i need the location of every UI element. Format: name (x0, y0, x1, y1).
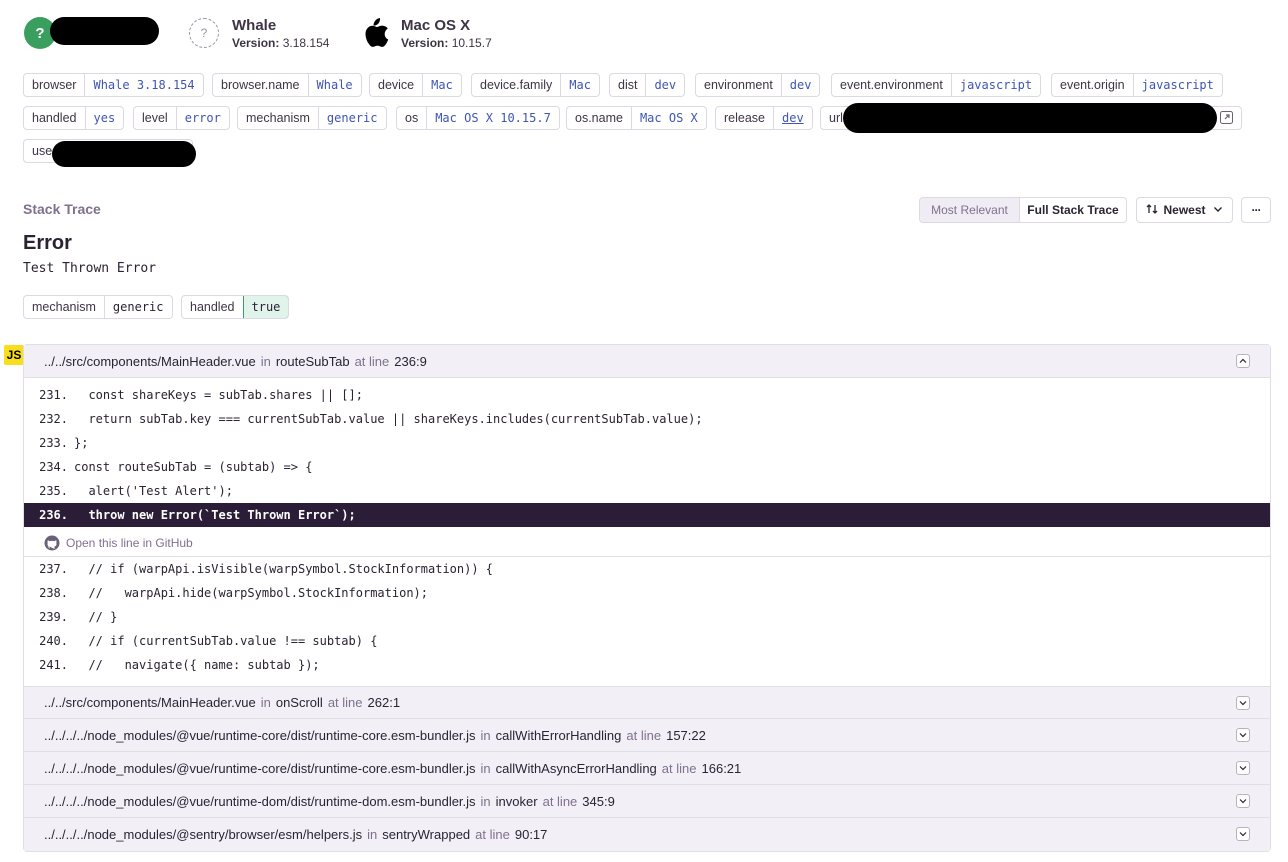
full-stack-trace-button[interactable]: Full Stack Trace (1019, 198, 1126, 222)
tag-environment[interactable]: environment dev (695, 73, 821, 97)
tag-mechanism[interactable]: mechanism generic (237, 106, 387, 130)
most-relevant-button[interactable]: Most Relevant (920, 198, 1019, 222)
code-line: 232. return subTab.key === currentSubTab… (39, 412, 703, 426)
code-line: 235. alert('Test Alert'); (39, 484, 233, 498)
stack-frame-5[interactable]: ../../../../node_modules/@vue/runtime-do… (24, 785, 1270, 818)
mechanism-badge: mechanism generic (23, 295, 173, 319)
os-title: Mac OS X (401, 17, 471, 34)
error-type: Error (23, 232, 72, 254)
sort-newest-button[interactable]: Newest (1136, 197, 1233, 223)
tag-browser-name[interactable]: browser.name Whale (212, 73, 362, 97)
stack-frame-6[interactable]: ../../../../node_modules/@sentry/browser… (24, 818, 1270, 851)
chevron-down-icon[interactable] (1236, 794, 1250, 808)
code-line-highlighted: 236. throw new Error(`Test Thrown Error`… (24, 503, 1270, 527)
chevron-up-icon[interactable] (1236, 354, 1250, 368)
sort-arrows-icon (1146, 203, 1158, 218)
stack-frame-3[interactable]: ../../../../node_modules/@vue/runtime-co… (24, 719, 1270, 752)
code-line: 234. const routeSubTab = (subtab) => { (39, 460, 313, 474)
stack-trace-title: Stack Trace (23, 201, 101, 217)
apple-icon (360, 16, 390, 55)
redacted-user-name (50, 17, 159, 45)
chevron-down-icon[interactable] (1236, 827, 1250, 841)
stack-view-toggle[interactable]: Most Relevant Full Stack Trace (919, 197, 1127, 223)
tag-device[interactable]: device Mac (369, 73, 462, 97)
more-options-button[interactable]: ··· (1241, 197, 1271, 223)
javascript-platform-icon: JS (4, 345, 24, 365)
chevron-down-icon[interactable] (1236, 761, 1250, 775)
tag-device-family[interactable]: device.family Mac (471, 73, 600, 97)
tag-os-name[interactable]: os.name Mac OS X (566, 106, 707, 130)
code-line: 240. // if (currentSubTab.value !== subt… (39, 634, 378, 648)
tag-release[interactable]: release dev (715, 106, 813, 130)
stack-frame-4[interactable]: ../../../../node_modules/@vue/runtime-co… (24, 752, 1270, 785)
redacted-user-value (52, 141, 196, 167)
chevron-down-icon (1213, 203, 1223, 217)
browser-title: Whale (232, 17, 277, 34)
open-in-github-link[interactable]: Open this line in GitHub (24, 530, 1270, 557)
tag-event-origin[interactable]: event.origin javascript (1051, 73, 1223, 97)
browser-version: Version: 3.18.154 (232, 36, 330, 50)
os-version: Version: 10.15.7 (401, 36, 492, 50)
handled-badge: handled true (181, 295, 290, 319)
sort-label: Newest (1163, 203, 1206, 217)
tag-level[interactable]: level error (133, 106, 230, 130)
chevron-down-icon[interactable] (1236, 728, 1250, 742)
tag-handled[interactable]: handled yes (23, 106, 125, 130)
open-link-icon[interactable] (1220, 111, 1233, 127)
stack-frame-1[interactable]: ../../src/components/MainHeader.vue in rou… (24, 345, 1270, 378)
unknown-browser-icon: ? (189, 18, 219, 48)
redacted-url-value (843, 103, 1217, 133)
code-line: 231. const shareKeys = subTab.shares || … (39, 388, 363, 402)
chevron-down-icon[interactable] (1236, 696, 1250, 710)
code-line: 241. // navigate({ name: subtab }); (39, 658, 320, 672)
github-icon (44, 535, 60, 551)
error-message: Test Thrown Error (23, 261, 157, 276)
tag-browser[interactable]: browser Whale 3.18.154 (23, 73, 204, 97)
code-line: 238. // warpApi.hide(warpSymbol.StockInf… (39, 586, 429, 600)
stack-frame-2[interactable]: ../../src/components/MainHeader.vue in onS… (24, 686, 1270, 719)
code-line: 239. // } (39, 610, 118, 624)
code-line: 233.}; (39, 436, 89, 450)
tag-event-environment[interactable]: event.environment javascript (831, 73, 1042, 97)
tag-dist[interactable]: dist dev (609, 73, 686, 97)
code-line: 237. // if (warpApi.isVisible(warpSymbol… (39, 562, 494, 576)
tag-os[interactable]: os Mac OS X 10.15.7 (396, 106, 560, 130)
